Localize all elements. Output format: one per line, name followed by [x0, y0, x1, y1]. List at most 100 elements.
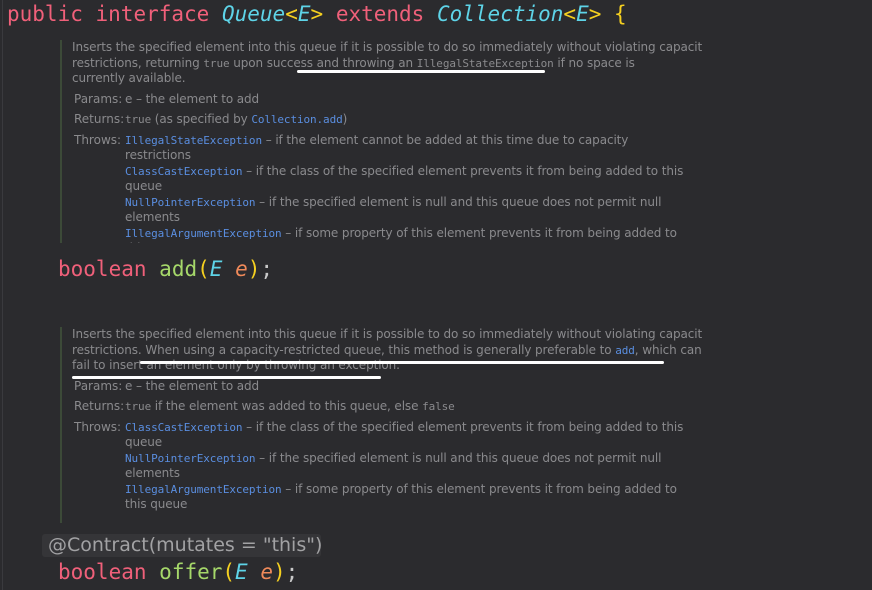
method-add-signature: boolean add(E e); [58, 257, 273, 281]
angle-close: > [310, 2, 324, 26]
throws-entry: elements [125, 210, 180, 224]
throws-entry: NullPointerException – if the specified … [125, 451, 661, 465]
throws-entry: queue [125, 435, 162, 449]
doc-code: true [203, 56, 230, 70]
throws-label: Throws: [74, 132, 122, 147]
angle-open: < [285, 2, 298, 26]
param-name: e [260, 560, 274, 584]
doc-text: elements [125, 466, 180, 481]
doc-text: – if the element cannot be added at this… [261, 132, 629, 147]
keyword-interface: interface [95, 2, 210, 26]
doc-text: elements [125, 210, 180, 225]
interface-name[interactable]: Queue [222, 2, 285, 26]
method-offer-signature: boolean offer(E e); [58, 560, 298, 584]
doc-text: restrictions [125, 148, 191, 163]
semicolon: ; [260, 257, 274, 281]
paren-open: ( [197, 257, 210, 281]
doc-link[interactable]: IllegalArgumentException [125, 227, 282, 240]
doc-link[interactable]: IllegalStateException [125, 134, 262, 147]
throws-entry: NullPointerException – if the specified … [125, 195, 661, 209]
doc-text: – if some property of this element preve… [281, 225, 677, 240]
semicolon: ; [285, 560, 299, 584]
doc-text: e – the element to add [125, 92, 260, 107]
throws-entry: ClassCastException – if the class of the… [125, 164, 683, 178]
doc-text: currently available. [72, 71, 186, 86]
throws-entry: this queue [125, 241, 187, 243]
doc-link[interactable]: Collection.add [251, 113, 342, 126]
doc-text: – if the specified element is null and t… [255, 194, 662, 209]
returns-label: Returns: [74, 112, 125, 127]
doc-text: , which can [634, 342, 702, 357]
doc-text: restrictions, returning [72, 55, 204, 70]
throws-entry: IllegalArgumentException – if some prope… [125, 482, 677, 496]
paren-close: ) [273, 560, 286, 584]
throws-entry: elements [125, 466, 180, 480]
doc-text: queue [125, 435, 163, 450]
super-interface[interactable]: Collection [437, 2, 563, 26]
highlight-underline [72, 376, 381, 379]
editor-gutter-line [2, 0, 3, 590]
method-name-offer[interactable]: offer [159, 560, 222, 584]
param-name: e [235, 257, 248, 281]
doc-description-line: Inserts the specified element into this … [72, 40, 702, 54]
doc-code: true [125, 113, 152, 127]
params-value: e – the element to add [125, 379, 259, 393]
doc-link[interactable]: add [615, 344, 635, 357]
doc-text: e – the element to add [125, 379, 260, 394]
keyword-public: public [7, 2, 83, 26]
doc-text: – if the class of the specified element … [242, 163, 684, 178]
keyword-extends: extends [335, 2, 425, 26]
throws-entry: IllegalStateException – if the element c… [125, 133, 628, 147]
method-name-add[interactable]: add [159, 257, 197, 281]
angle-close: > [588, 2, 602, 26]
doc-code: IllegalStateException [416, 56, 554, 70]
interface-declaration: public interface Queue<E> extends Collec… [7, 2, 627, 26]
returns-label: Returns: [74, 399, 125, 414]
throws-entry: queue [125, 179, 162, 193]
doc-link[interactable]: NullPointerException [125, 196, 256, 209]
doc-link[interactable]: ClassCastException [125, 165, 243, 178]
doc-code: false [422, 400, 455, 414]
javadoc-offer: Inserts the specified element into this … [60, 327, 702, 523]
doc-text: ) [342, 112, 348, 127]
returns-value: true (as specified by Collection.add) [125, 112, 347, 126]
params-value: e – the element to add [125, 92, 259, 106]
doc-link[interactable]: IllegalArgumentException [125, 483, 282, 496]
doc-link[interactable]: ClassCastException [125, 421, 243, 434]
doc-text: Inserts the specified element into this … [72, 40, 702, 54]
throws-entry: IllegalArgumentException – if some prope… [125, 226, 677, 240]
angle-open: < [563, 2, 577, 26]
throws-entry: this queue [125, 497, 187, 511]
doc-text: this queue [125, 241, 187, 243]
params-label: Params: [74, 92, 123, 107]
highlight-underline [140, 361, 664, 364]
throws-entry: ClassCastException – if the class of the… [125, 420, 683, 434]
doc-link[interactable]: NullPointerException [125, 452, 256, 465]
throws-entry: restrictions [125, 148, 191, 162]
doc-description-line: restrictions. When using a capacity-rest… [72, 343, 702, 357]
type-parameter: E [576, 2, 589, 26]
doc-text: – if the class of the specified element … [242, 419, 684, 434]
doc-description-line: currently available. [72, 71, 186, 85]
param-type: E [209, 257, 223, 281]
doc-text: queue [125, 179, 163, 194]
doc-text: if no space is [553, 55, 635, 70]
doc-description-line: restrictions, returning true upon succes… [72, 56, 635, 70]
doc-text: upon success and throwing an [229, 55, 417, 70]
returns-value: true if the element was added to this qu… [125, 399, 455, 413]
param-type: E [235, 560, 248, 584]
doc-text: – if some property of this element preve… [281, 481, 677, 496]
open-brace: { [614, 2, 627, 26]
contract-annotation-hint: @Contract(mutates = "this") [42, 534, 322, 557]
doc-text: restrictions. When using a capacity-rest… [72, 342, 616, 357]
highlight-underline [297, 70, 545, 73]
doc-text: if the element was added to this queue, … [151, 399, 423, 414]
doc-text: this queue [125, 497, 188, 512]
doc-text: Inserts the specified element into this … [72, 327, 702, 341]
doc-description-line: Inserts the specified element into this … [72, 327, 702, 341]
type-parameter: E [297, 2, 311, 26]
paren-close: ) [247, 257, 261, 281]
return-type: boolean [58, 257, 147, 281]
doc-text: (as specified by [151, 112, 252, 127]
params-label: Params: [74, 379, 123, 394]
